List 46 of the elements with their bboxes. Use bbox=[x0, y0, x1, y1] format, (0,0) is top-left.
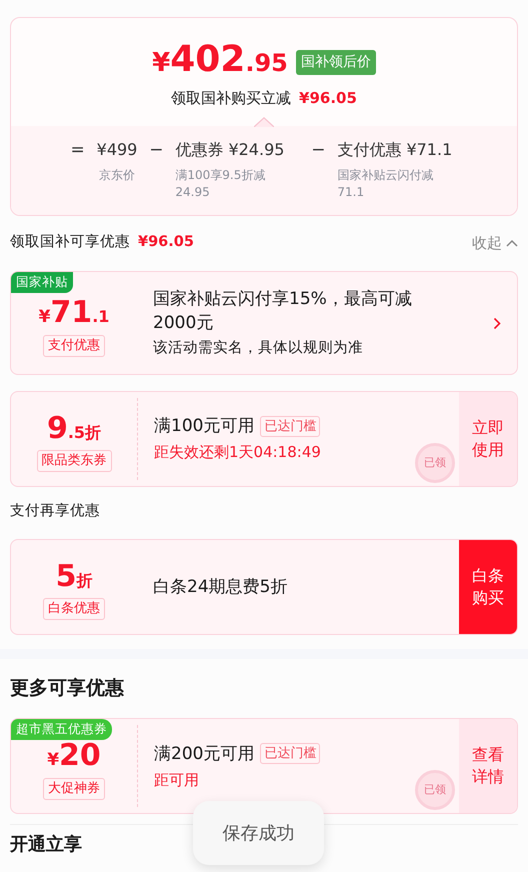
formula-note: 满100享9.5折减 24.95 bbox=[175, 166, 266, 200]
section-heading: 更多可享优惠 bbox=[10, 676, 124, 699]
formula-amount: 优惠券 ¥24.95 bbox=[175, 138, 286, 160]
formula-note: 京东价 bbox=[98, 166, 136, 184]
price-badge: 国补领后价 bbox=[296, 50, 376, 75]
threshold-tag: 已达门槛 bbox=[260, 416, 320, 437]
formula-amount: 支付优惠 ¥71.1 bbox=[337, 138, 454, 160]
claimed-stamp: 已领 bbox=[415, 770, 455, 810]
operator-sign: = bbox=[70, 138, 86, 162]
offer-value: 5折 bbox=[56, 562, 92, 593]
section-heading: 开通立享 bbox=[10, 834, 82, 856]
chevron-up-icon bbox=[506, 238, 518, 247]
final-price: ¥402.95 bbox=[152, 42, 288, 82]
offer-title: 国家补贴云闪付享15%，最高可减2000元 bbox=[153, 288, 413, 335]
chevron-right-icon[interactable] bbox=[493, 317, 501, 330]
offer-description: 该活动需实名，具体以规则为准 bbox=[153, 338, 364, 358]
offer-type-label: 大促神券 bbox=[43, 778, 105, 800]
section-amount: ¥96.05 bbox=[138, 232, 194, 252]
offer-tag: 超市黑五优惠券 bbox=[11, 719, 112, 740]
operator-sign: − bbox=[148, 138, 164, 162]
offer-title: 满200元可用 bbox=[154, 742, 254, 766]
offer-type-label: 支付优惠 bbox=[43, 335, 105, 356]
offer-type-label: 限品类东券 bbox=[36, 450, 112, 472]
collapse-toggle[interactable]: 收起 bbox=[472, 232, 518, 254]
action-button[interactable]: 查看详情 bbox=[459, 719, 517, 814]
saving-label: 领取国补购买立减 bbox=[171, 88, 292, 109]
offer-title: 满100元可用 bbox=[154, 415, 254, 438]
offer-title: 白条24期息费5折 bbox=[153, 576, 288, 599]
formula-note: 国家补贴云闪付减 71.1 bbox=[337, 166, 434, 200]
offer-type-label: 白条优惠 bbox=[43, 598, 105, 620]
toast-message: 保存成功 bbox=[193, 801, 324, 865]
threshold-tag: 已达门槛 bbox=[260, 742, 320, 764]
offer-value: ¥71.1 bbox=[38, 298, 110, 330]
section-title: 支付再享优惠 bbox=[10, 502, 100, 521]
countdown-text: 距失效还剩1天04:18:49 bbox=[154, 442, 321, 464]
section-title: 领取国补可享优惠 bbox=[10, 232, 130, 252]
operator-sign: − bbox=[310, 138, 326, 162]
countdown-text: 距可用 bbox=[154, 770, 199, 790]
saving-amount: ¥96.05 bbox=[299, 88, 357, 109]
formula-amount: ¥499 bbox=[96, 138, 138, 160]
offer-tag: 国家补贴 bbox=[11, 272, 73, 293]
offer-value: 9.5折 bbox=[46, 414, 102, 446]
claimed-stamp: 已领 bbox=[415, 443, 455, 483]
action-button[interactable]: 白条购买 bbox=[459, 540, 517, 634]
offer-value: ¥20 bbox=[47, 740, 101, 774]
action-button[interactable]: 立即使用 bbox=[459, 392, 517, 486]
